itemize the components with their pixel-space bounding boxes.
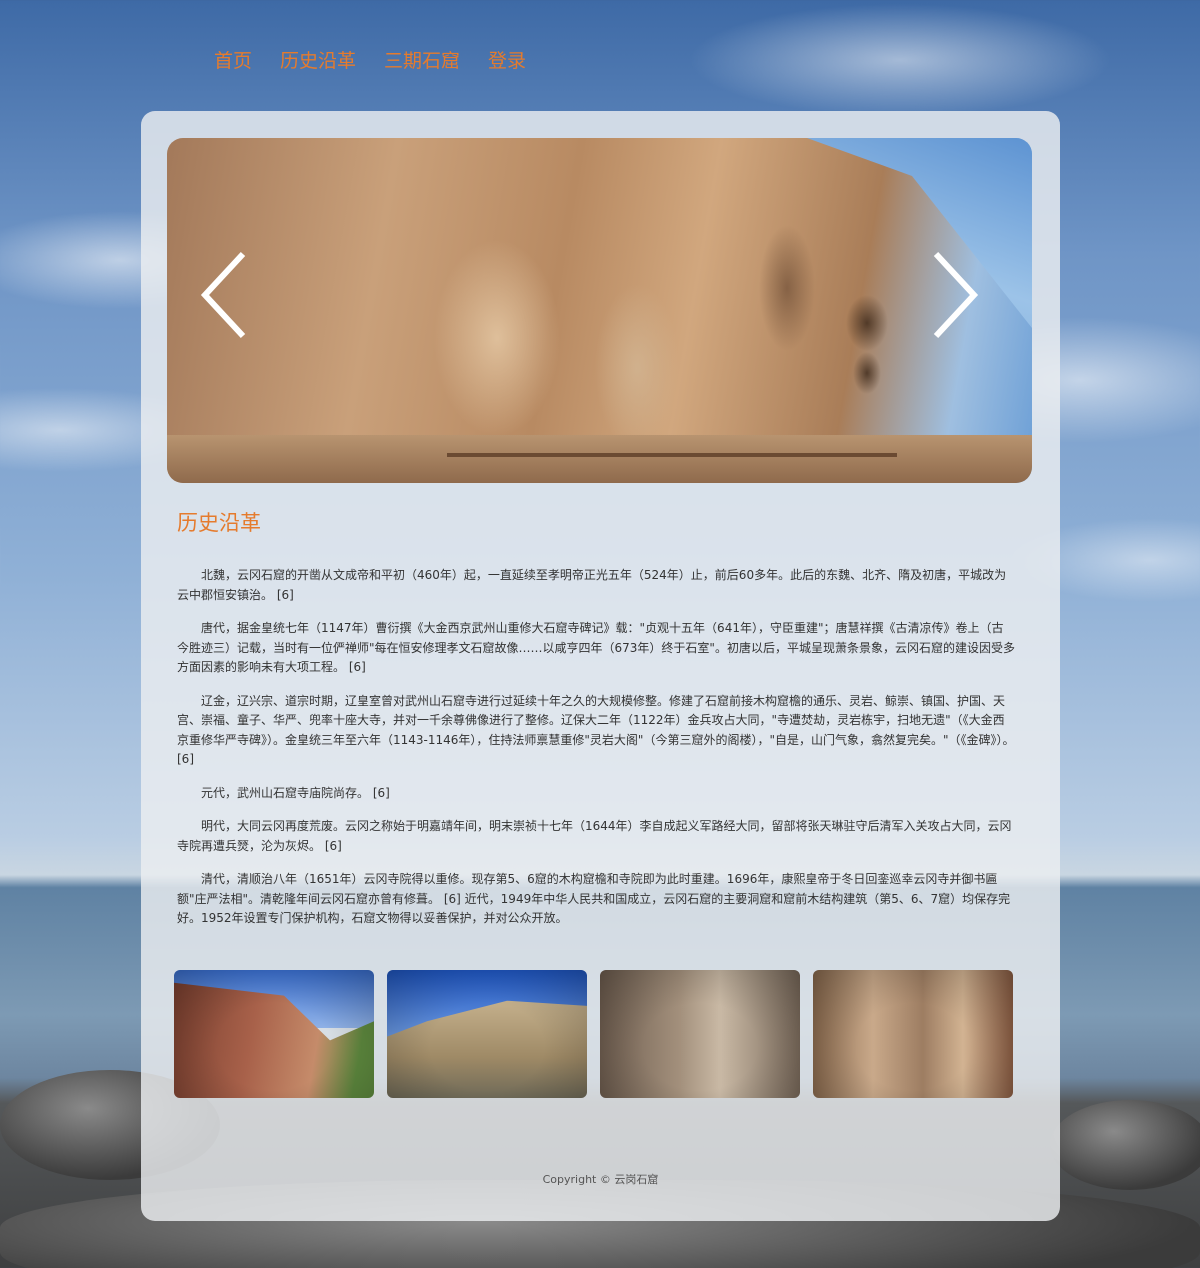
thumb-shade <box>387 970 587 1098</box>
carousel-ground <box>167 435 1032 483</box>
paragraph-northern-wei: 北魏，云冈石窟的开凿从文成帝和平初（460年）起，一直延续至孝明帝正光五年（52… <box>177 568 1007 602</box>
paragraph-tang: 唐代，据金皇统七年（1147年）曹衍撰《大金西京武州山重修大石窟寺碑记》载："贞… <box>177 621 1015 674</box>
carousel-buddha-image <box>167 138 1032 483</box>
gallery-thumb[interactable] <box>600 970 800 1098</box>
chevron-right-icon[interactable] <box>922 250 982 340</box>
gallery-thumb[interactable] <box>387 970 587 1098</box>
content-panel: 历史沿革 北魏，云冈石窟的开凿从文成帝和平初（460年）起，一直延续至孝明帝正光… <box>141 111 1060 1221</box>
paragraph-liao-jin: 辽金，辽兴宗、道宗时期，辽皇室曾对武州山石窟寺进行过延续十年之久的大规模修整。修… <box>177 693 1015 767</box>
history-article: 北魏，云冈石窟的开凿从文成帝和平初（460年）起，一直延续至孝明帝正光五年（52… <box>177 566 1015 943</box>
background-rock <box>1050 1100 1200 1190</box>
carousel-railing <box>447 453 897 457</box>
page: { "nav": { "items": [ {"label": "首页"}, {… <box>0 0 1200 1268</box>
main-nav: 首页 历史沿革 三期石窟 登录 <box>214 46 526 73</box>
nav-item-three-phase-caves[interactable]: 三期石窟 <box>384 46 460 73</box>
gallery-thumb[interactable] <box>174 970 374 1098</box>
nav-item-history[interactable]: 历史沿革 <box>280 46 356 73</box>
paragraph-ming: 明代，大同云冈再度荒废。云冈之称始于明嘉靖年间，明末崇祯十七年（1644年）李自… <box>177 819 1012 853</box>
photo-gallery <box>174 970 1013 1098</box>
section-title: 历史沿革 <box>177 511 261 535</box>
thumb-shade <box>600 970 800 1098</box>
thumb-shade <box>813 970 1013 1098</box>
copyright-text: Copyright © 云岗石窟 <box>542 1173 659 1186</box>
thumb-shade <box>174 970 374 1098</box>
paragraph-yuan: 元代，武州山石窟寺庙院尚存。 [6] <box>201 785 390 800</box>
nav-item-home[interactable]: 首页 <box>214 46 252 73</box>
image-carousel[interactable] <box>167 138 1032 483</box>
paragraph-qing: 清代，清顺治八年（1651年）云冈寺院得以重修。现存第5、6窟的木构窟檐和寺院即… <box>177 872 1011 925</box>
chevron-left-icon[interactable] <box>197 250 257 340</box>
nav-item-login[interactable]: 登录 <box>488 46 526 73</box>
gallery-thumb[interactable] <box>813 970 1013 1098</box>
